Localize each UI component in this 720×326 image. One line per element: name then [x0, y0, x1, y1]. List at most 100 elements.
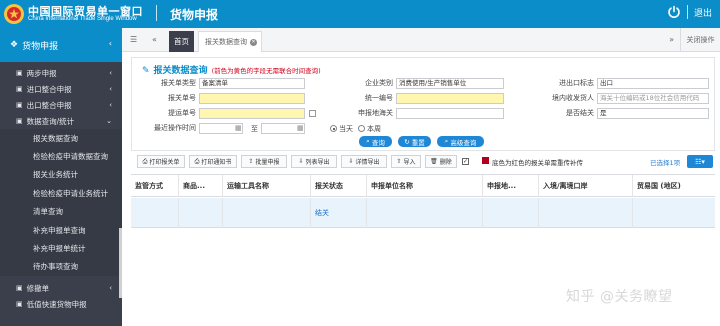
entry-no-field[interactable]: [199, 93, 305, 104]
folder-icon: ▣: [16, 300, 23, 309]
today-radio[interactable]: [330, 125, 337, 132]
today-label: 当天: [339, 125, 353, 133]
customs-field[interactable]: [396, 108, 504, 119]
folder-icon: ▣: [16, 284, 23, 293]
delete-button[interactable]: 🗑 删除: [425, 155, 457, 168]
search-button[interactable]: ⌕ 查询: [359, 136, 392, 147]
sidebar-item-label: 两步申报: [26, 68, 57, 78]
sidebar-item-export[interactable]: ▣ 出口整合申报 ‹: [0, 97, 122, 113]
menu-toggle-icon[interactable]: ☰: [130, 35, 137, 44]
sidebar-subitem-list-query[interactable]: 清单查询: [0, 202, 122, 221]
print-icon: ⎙: [194, 157, 200, 165]
last-op-time-label: 最近操作时间: [154, 124, 196, 132]
sidebar-subitem-inspection-query[interactable]: 检验检疫申请数据查询: [0, 147, 122, 166]
folder-icon: ▣: [16, 69, 23, 77]
sidebar-item-query-stats[interactable]: ▣ 数据查询/统计 ⌄: [0, 113, 122, 129]
column-header[interactable]: 申报单位名称: [367, 175, 483, 197]
import-button[interactable]: ⇧ 导入: [391, 155, 421, 168]
column-header[interactable]: 贸易国 (地区): [633, 175, 715, 197]
column-header[interactable]: 入境/离境口岸: [539, 175, 633, 197]
ie-flag-field[interactable]: 出口: [597, 78, 709, 89]
bill-no-label: 提运单号: [168, 109, 196, 117]
toolbar-checkbox[interactable]: ✓: [462, 158, 469, 165]
decl-type-field[interactable]: 备案清单: [199, 78, 305, 89]
folder-icon: ▣: [16, 85, 23, 93]
column-view-button[interactable]: ☷▾: [687, 155, 713, 168]
tab-scroll-left-icon[interactable]: «: [152, 35, 157, 44]
search-button-label: 查询: [371, 138, 385, 147]
table-row[interactable]: 结关: [131, 198, 715, 228]
tab-label: 报关数据查询: [205, 38, 247, 46]
search-icon: ⌕: [444, 137, 449, 145]
folder-icon: ▣: [16, 117, 23, 125]
sidebar-section-title: 货物申报: [22, 41, 59, 52]
selected-count: 已选择1项: [650, 159, 681, 167]
sidebar-subitem-supp-query[interactable]: 补充申报单查询: [0, 220, 122, 240]
week-radio[interactable]: [358, 125, 365, 132]
calendar-icon[interactable]: ▦: [297, 124, 304, 132]
sidebar-section-header[interactable]: ❖ 货物申报 ‹: [0, 28, 122, 62]
sidebar-subitem-todo-query[interactable]: 待办事项查询: [0, 257, 122, 277]
reset-button[interactable]: ↻ 重置: [398, 136, 431, 147]
chevron-left-icon: ‹: [108, 39, 112, 48]
sidebar-item-revoke[interactable]: ▣ 修撤单 ‹: [0, 280, 122, 296]
is-end-label: 是否结关: [566, 109, 594, 117]
close-operations-menu[interactable]: 关闭操作: [680, 28, 720, 52]
sidebar-subitem-decl-query[interactable]: 报关数据查询: [0, 129, 122, 148]
sidebar-item-label: 进口整合申报: [26, 84, 72, 94]
watermark: 知乎 @关务瞭望: [566, 289, 673, 305]
sidebar-subitem-inspection-stats[interactable]: 检验检疫申请业务统计: [0, 184, 122, 203]
batch-declare-button[interactable]: ⇪ 批量申报: [241, 155, 287, 168]
action-toolbar: ⎙ 打印报关单 ⎙ 打印通知书 ⇪ 批量申报 ⇩ 列表导出 ⇩ 详情导出 ⇧ 导入 🗑 删除 …: [131, 155, 715, 169]
exit-label: 退出: [693, 8, 712, 19]
print-decl-button[interactable]: ⎙ 打印报关单: [137, 155, 185, 168]
search-icon: ⌕: [366, 137, 370, 145]
detail-export-button[interactable]: ⇩ 详情导出: [341, 155, 387, 168]
is-end-field[interactable]: 是: [597, 108, 709, 119]
close-icon[interactable]: ✕: [250, 38, 257, 46]
print-notice-button[interactable]: ⎙ 打印通知书: [189, 155, 237, 168]
column-header[interactable]: 申报地...: [483, 175, 539, 197]
sidebar-subitem-supp-stats[interactable]: 补充申报单统计: [0, 239, 122, 258]
tab-scroll-right-icon[interactable]: »: [669, 35, 674, 44]
sidebar-subitem-decl-stats[interactable]: 报关业务统计: [0, 165, 122, 185]
sidebar-item-import[interactable]: ▣ 进口整合申报 ‹: [0, 81, 122, 97]
bill-no-checkbox[interactable]: [309, 110, 316, 117]
export-icon: ⇩: [348, 158, 354, 165]
table-cell: [179, 198, 223, 228]
brand-name-en: China International Trade Single Window: [28, 16, 137, 22]
column-header[interactable]: 监管方式: [131, 175, 179, 197]
sidebar-item-two-step[interactable]: ▣ 两步申报 ‹: [0, 65, 122, 81]
reset-button-label: 重置: [411, 138, 425, 147]
table-cell: [131, 198, 179, 228]
tab-home[interactable]: 首页: [169, 31, 194, 52]
print-decl-label: 打印报关单: [149, 159, 180, 166]
list-export-button[interactable]: ⇩ 列表导出: [291, 155, 337, 168]
consignee-field[interactable]: 海关十位编码或18位社会信用代码: [597, 93, 709, 104]
status-link[interactable]: 结关: [315, 208, 329, 218]
ent-type-field[interactable]: 消费使用/生产销售单位: [396, 78, 504, 89]
tab-decl-query[interactable]: 报关数据查询 ✕: [198, 31, 262, 52]
uni-no-field[interactable]: [396, 93, 504, 104]
query-title: 报关数据查询: [153, 66, 208, 76]
batch-declare-label: 批量申报: [255, 159, 280, 166]
chevron-left-icon: ‹: [109, 69, 112, 77]
bill-no-field[interactable]: [199, 108, 305, 119]
sidebar-scrollbar[interactable]: [119, 228, 122, 298]
table-cell: [223, 198, 311, 228]
delete-label: 删除: [439, 159, 452, 166]
entry-no-label: 报关单号: [168, 94, 196, 102]
sidebar-item-low-value[interactable]: ▣ 低值快速货物申报: [0, 296, 122, 312]
chevron-left-icon: ‹: [109, 284, 112, 293]
legend-red-swatch: [482, 157, 489, 164]
export-icon: ⇩: [298, 158, 304, 165]
tab-bar: ☰ « 首页 报关数据查询 ✕ » 关闭操作: [122, 28, 720, 52]
edit-icon: ✎: [142, 66, 150, 76]
column-header[interactable]: 报关状态: [311, 175, 367, 197]
ent-type-label: 企业类别: [365, 79, 393, 87]
column-header[interactable]: 运输工具名称: [223, 175, 311, 197]
exit-button[interactable]: 退出: [667, 5, 712, 19]
advanced-search-button[interactable]: ⌕ 高级查询: [437, 136, 484, 147]
column-header[interactable]: 商品...: [179, 175, 223, 197]
calendar-icon[interactable]: ▦: [235, 124, 242, 132]
